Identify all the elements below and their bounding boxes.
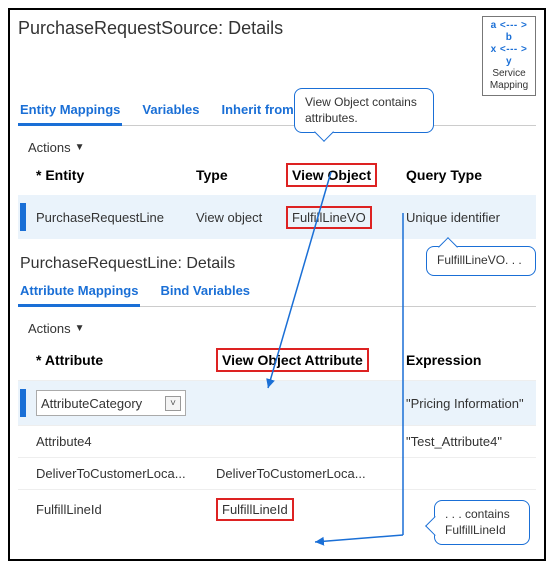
highlight-view-object-value: FulfillLineVO [286,206,372,229]
service-mapping-button[interactable]: a <--- > b x <--- > y Service Mapping [482,16,536,96]
col-query-type: Query Type [406,167,526,183]
cell-vo-attr-2: DeliverToCustomerLoca... [216,466,406,481]
row-selection-indicator [20,389,26,417]
service-mapping-label1: Service [488,68,530,80]
col-vo-attribute: View Object Attribute [216,348,406,372]
attribute-select[interactable]: AttributeCategory ˅ [36,390,186,416]
cell-expression-1: "Test_Attribute4" [406,434,536,449]
sub-actions-menu[interactable]: Actions ▼ [28,321,536,336]
service-mapping-label2: Mapping [488,80,530,92]
cell-attribute-1: Attribute4 [36,434,216,449]
sub-title: PurchaseRequestLine: Details [20,255,536,273]
cell-entity: PurchaseRequestLine [36,210,196,225]
actions-menu[interactable]: Actions ▼ [28,140,536,155]
row-selection-indicator [20,203,26,231]
col-attribute: Attribute [36,352,216,368]
highlight-fulfill-line-id: FulfillLineId [216,498,294,521]
app-frame: PurchaseRequestSource: Details a <--- > … [8,8,546,561]
cell-attribute-2: DeliverToCustomerLoca... [36,466,216,481]
attr-row-3[interactable]: FulfillLineId FulfillLineId [18,489,536,529]
cell-attribute-3: FulfillLineId [36,502,216,517]
cell-vo-attr-3: FulfillLineId [216,498,406,521]
sub-tabs: Attribute Mappings Bind Variables [18,279,536,307]
cell-expression-0: "Pricing Information" [406,396,536,411]
cell-type: View object [196,210,286,225]
attr-row-2[interactable]: DeliverToCustomerLoca... DeliverToCustom… [18,457,536,489]
tab-inherit-from-services[interactable]: Inherit from Services [220,98,353,125]
col-view-object: View Object [286,163,406,187]
chevron-down-icon: ˅ [165,396,181,411]
attribute-select-wrap: AttributeCategory ˅ [36,390,216,416]
tab-attribute-mappings[interactable]: Attribute Mappings [18,279,140,307]
tab-variables[interactable]: Variables [140,98,201,125]
top-tabs: Entity Mappings Variables Inherit from S… [18,98,536,126]
cell-query-type: Unique identifier [406,210,526,225]
col-entity: Entity [36,167,196,183]
chevron-down-icon: ▼ [75,323,85,334]
sub-actions-label: Actions [28,321,71,336]
highlight-vo-attribute-header: View Object Attribute [216,348,369,372]
attr-row-1[interactable]: Attribute4 "Test_Attribute4" [18,425,536,457]
attr-grid-header: Attribute View Object Attribute Expressi… [18,342,536,380]
tab-bind-variables[interactable]: Bind Variables [158,279,252,306]
highlight-view-object-header: View Object [286,163,377,187]
service-mapping-line1: a <--- > b [488,20,530,44]
entity-grid-header: Entity Type View Object Query Type [18,161,536,195]
cell-view-object: FulfillLineVO [286,206,406,229]
entity-row-selected[interactable]: PurchaseRequestLine View object FulfillL… [18,195,536,239]
col-type: Type [196,167,286,183]
service-mapping-line2: x <--- > y [488,44,530,68]
attr-row-0[interactable]: AttributeCategory ˅ "Pricing Information… [18,380,536,425]
actions-label: Actions [28,140,71,155]
page-title: PurchaseRequestSource: Details [18,18,283,39]
col-expression: Expression [406,352,536,368]
attribute-select-value: AttributeCategory [41,396,142,411]
tab-entity-mappings[interactable]: Entity Mappings [18,98,122,126]
chevron-down-icon: ▼ [75,142,85,153]
